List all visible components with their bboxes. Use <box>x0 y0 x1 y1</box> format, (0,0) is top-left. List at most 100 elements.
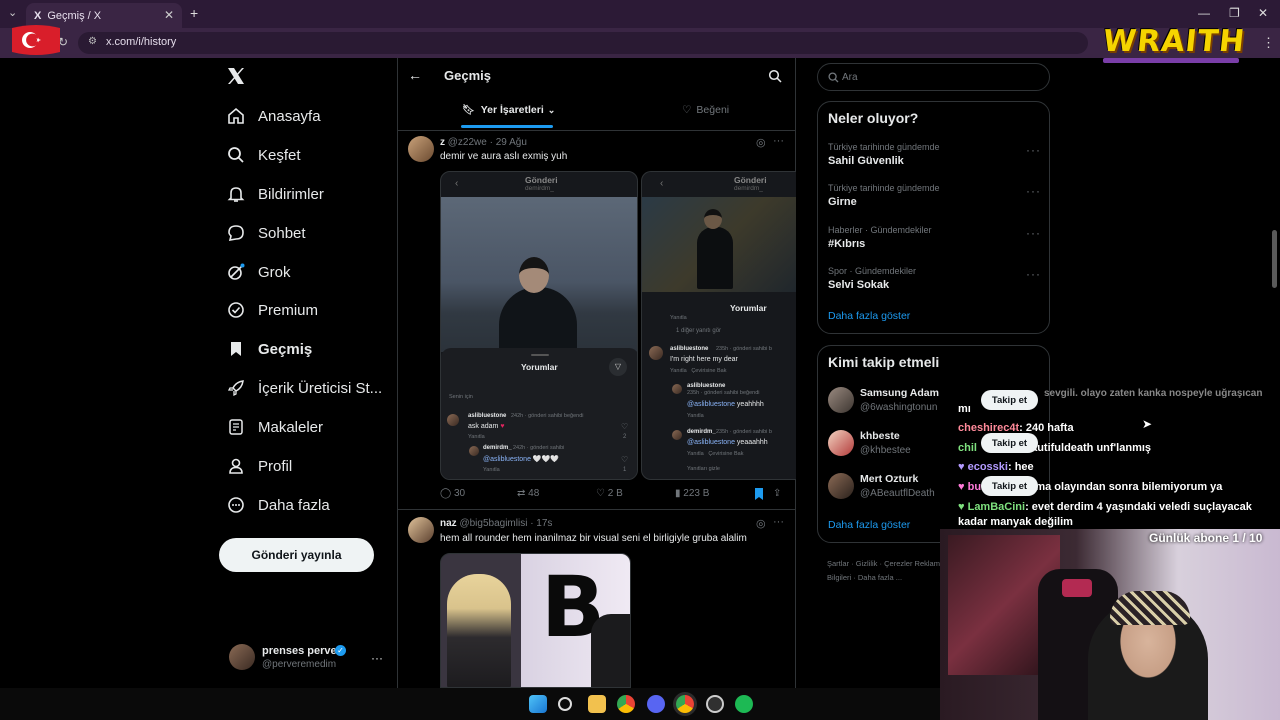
views-action[interactable]: ▮ 223 B <box>675 488 709 499</box>
trend-more-icon[interactable]: ··· <box>1026 184 1041 198</box>
nav-item-anasayfa[interactable]: Anasayfa <box>226 101 321 131</box>
nav-item-kesfet[interactable]: Keşfet <box>226 140 301 170</box>
suggestion-avatar[interactable] <box>828 473 854 499</box>
tweet-avatar[interactable] <box>408 517 434 543</box>
tab-label: Yer İşaretleri <box>480 104 544 116</box>
tweet-more-icon[interactable]: ··· <box>773 516 784 528</box>
minimize-button[interactable]: — <box>1198 6 1210 20</box>
nav-item-premium[interactable]: Premium <box>226 295 318 325</box>
tweet-author[interactable]: z <box>440 137 445 148</box>
grok-explain-icon[interactable]: ◎ <box>756 136 766 149</box>
nav-item-makaleler[interactable]: Makaleler <box>226 412 323 442</box>
trend-item[interactable]: Selvi Sokak <box>828 279 889 291</box>
header-search-icon[interactable] <box>768 69 782 83</box>
suggestion-name[interactable]: khbeste <box>860 430 900 442</box>
close-window-button[interactable]: ✕ <box>1258 6 1268 20</box>
search-input[interactable]: Ara <box>817 63 1050 91</box>
nav-item-bildirimler[interactable]: Bildirimler <box>226 179 324 209</box>
url-input[interactable]: ⚙ x.com/i/history <box>78 32 1088 54</box>
bookmark-filled-icon[interactable] <box>754 488 764 500</box>
tweet-divider <box>397 509 796 510</box>
suggestion-name[interactable]: Samsung Adam <box>860 387 939 399</box>
grok-explain-icon[interactable]: ◎ <box>756 517 766 530</box>
windows-start-icon[interactable] <box>529 695 547 713</box>
x-logo-icon[interactable] <box>226 66 246 86</box>
footer-link[interactable]: Gizlilik <box>856 559 878 568</box>
suggestion-name[interactable]: Mert Ozturk <box>860 473 918 485</box>
back-arrow-icon[interactable]: ← <box>408 67 422 83</box>
account-name[interactable]: prenses perver <box>262 645 341 657</box>
tweet-media-left[interactable]: ‹ Gönderi demirdm_ Yorumlar ▽ Senin için… <box>440 171 638 480</box>
tweet-avatar[interactable] <box>408 136 434 162</box>
spotify-icon[interactable] <box>735 695 753 713</box>
browser-menu-icon[interactable]: ⋮ <box>1262 35 1275 51</box>
tab-begeni[interactable]: ♡ Beğeni <box>682 104 729 116</box>
page-scrollbar[interactable] <box>1272 230 1277 288</box>
account-more-icon[interactable]: ··· <box>371 651 383 665</box>
suggestion-handle: @khbestee <box>860 445 911 456</box>
follow-button[interactable]: Takip et <box>981 476 1038 496</box>
account-avatar[interactable] <box>229 644 255 670</box>
nav-item-icerik-ureticisi[interactable]: İçerik Üreticisi St... <box>226 373 382 403</box>
file-explorer-icon[interactable] <box>588 695 606 713</box>
post-button[interactable]: Gönderi yayınla <box>219 538 374 572</box>
suggestion-avatar[interactable] <box>828 430 854 456</box>
chat-fragment: sevgili. olayo zaten kanka nospeyle uğra… <box>1044 388 1263 399</box>
send-icon: ▽ <box>609 358 627 376</box>
tweet-media-right[interactable]: ‹ Gönderi demirdm_ Yorumlar Yanıtla 1 di… <box>641 171 796 480</box>
search-placeholder: Ara <box>842 72 858 83</box>
footer-link[interactable]: Şartlar <box>827 559 849 568</box>
nav-item-profil[interactable]: Profil <box>226 451 292 481</box>
trends-show-more[interactable]: Daha fazla göster <box>828 310 910 322</box>
tweet-time[interactable]: · 29 Ağu <box>490 137 527 148</box>
reply-action[interactable]: ◯ 30 <box>440 488 465 499</box>
tweet-media[interactable]: B <box>440 553 631 688</box>
tweet-handle[interactable]: @z22we <box>448 137 487 148</box>
tab-label: Beğeni <box>696 104 730 116</box>
sheet-handle <box>531 354 549 356</box>
tweet-author[interactable]: naz <box>440 518 457 529</box>
trend-more-icon[interactable]: ··· <box>1026 267 1041 281</box>
site-info-icon[interactable]: ⚙ <box>88 36 97 47</box>
trend-more-icon[interactable]: ··· <box>1026 143 1041 157</box>
trend-item[interactable]: Girne <box>828 196 857 208</box>
share-icon[interactable]: ⇪ <box>773 488 781 499</box>
footer-link[interactable]: Çerezler <box>884 559 912 568</box>
like-count: 2 B <box>607 488 623 499</box>
suggestion-avatar[interactable] <box>828 387 854 413</box>
footer-link[interactable]: Daha fazla ... <box>858 573 902 582</box>
chrome-icon[interactable] <box>617 695 635 713</box>
like-action[interactable]: ♡ 2 B <box>596 488 623 499</box>
tab-list-chevron-icon[interactable]: ⌄ <box>8 6 17 19</box>
nav-item-daha-fazla[interactable]: Daha fazla <box>226 490 330 520</box>
trend-item[interactable]: Sahil Güvenlik <box>828 155 904 167</box>
follow-button[interactable]: Takip et <box>981 390 1038 410</box>
tweet-time[interactable]: · 17s <box>530 518 552 529</box>
trend-item[interactable]: #Kıbrıs <box>828 238 865 250</box>
tab-yer-isaretleri[interactable]: 🔖︎ Yer İşaretleri ⌄ <box>462 104 555 116</box>
tab-close-icon[interactable]: ✕ <box>164 8 174 22</box>
tweet-handle[interactable]: @big5bagimlisi <box>459 518 527 529</box>
media-chevron-icon: ‹ <box>660 178 664 189</box>
maximize-button[interactable]: ❐ <box>1229 6 1240 20</box>
follow-button[interactable]: Takip et <box>981 433 1038 453</box>
taskbar-search-icon[interactable] <box>558 697 572 711</box>
nav-label: İçerik Üreticisi St... <box>258 379 383 397</box>
obs-icon[interactable] <box>706 695 724 713</box>
nav-label: Grok <box>258 263 291 281</box>
discord-icon[interactable] <box>647 695 665 713</box>
new-tab-icon[interactable]: + <box>190 5 198 21</box>
retweet-action[interactable]: ⇄ 48 <box>517 488 539 499</box>
chrome-active-icon[interactable] <box>676 695 694 713</box>
nav-item-grok[interactable]: Grok <box>226 257 291 287</box>
who-show-more[interactable]: Daha fazla göster <box>828 519 910 531</box>
trend-sub: Spor · Gündemdekiler <box>828 266 917 276</box>
nav-item-gecmis[interactable]: Geçmiş <box>226 334 312 364</box>
like-count: 2 <box>623 434 627 440</box>
tweet-more-icon[interactable]: ··· <box>773 135 784 147</box>
comment-meta: 235h · gönderi sahibi b <box>716 429 772 435</box>
nav-item-sohbet[interactable]: Sohbet <box>226 218 306 248</box>
trend-more-icon[interactable]: ··· <box>1026 226 1041 240</box>
comment-user: aslibluestone <box>670 346 709 352</box>
premium-icon <box>226 300 246 320</box>
